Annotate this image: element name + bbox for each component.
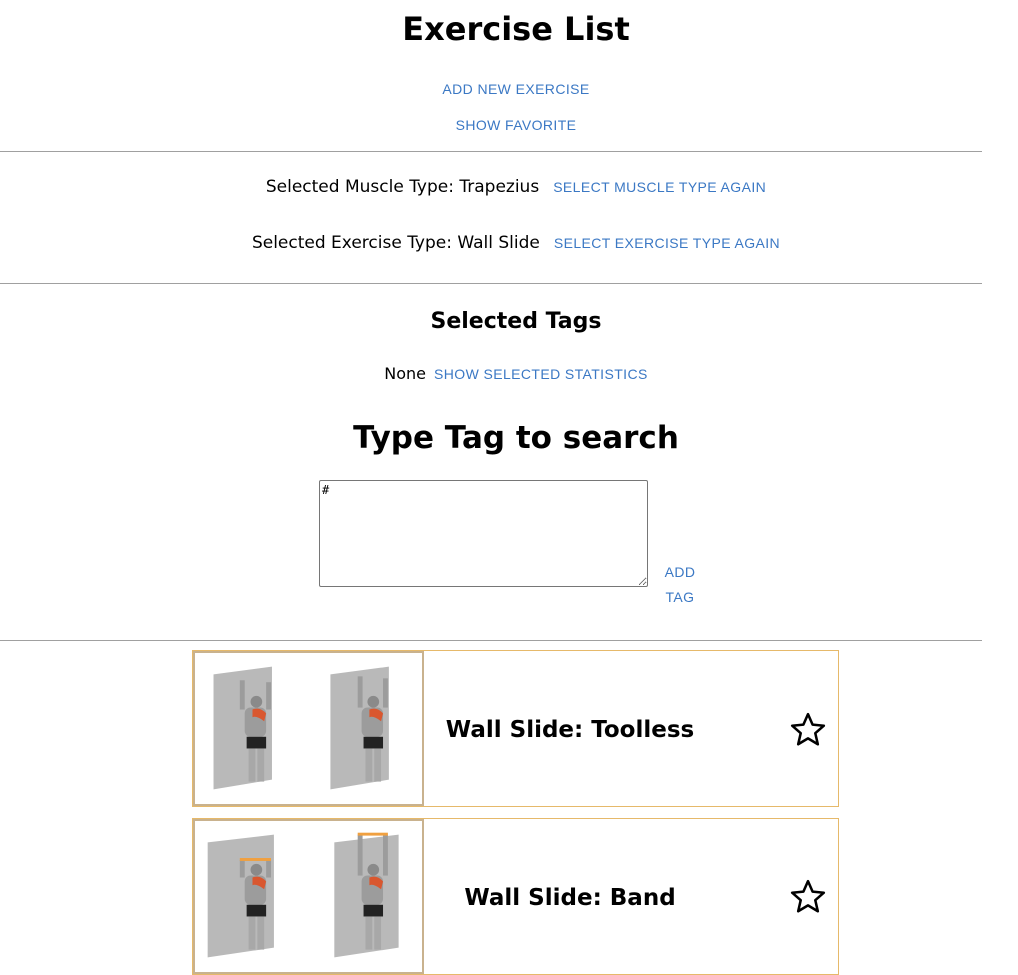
- add-new-exercise-button[interactable]: ADD NEW EXERCISE: [442, 81, 589, 97]
- select-exercise-type-again-button[interactable]: SELECT EXERCISE TYPE AGAIN: [554, 235, 780, 251]
- show-selected-statistics-button[interactable]: SHOW SELECTED STATISTICS: [434, 366, 648, 382]
- star-outline-icon[interactable]: [789, 711, 827, 749]
- muscle-type-row: Selected Muscle Type: Trapezius SELECT MU…: [0, 177, 1018, 197]
- selected-tags-title: Selected Tags: [430, 309, 602, 334]
- add-tag-label-line2: TAG: [665, 589, 695, 605]
- exercise-card[interactable]: Wall Slide: Band: [192, 818, 839, 975]
- tag-search-title: Type Tag to search: [353, 420, 679, 456]
- show-favorite-button[interactable]: SHOW FAVORITE: [456, 117, 577, 133]
- exercise-image: [193, 819, 424, 974]
- star-outline-icon[interactable]: [789, 878, 827, 916]
- exercise-card[interactable]: Wall Slide: Toolless: [192, 650, 839, 807]
- add-exercise-row: ADD NEW EXERCISE: [0, 79, 1018, 98]
- exercise-type-row: Selected Exercise Type: Wall Slide SELECT…: [0, 233, 1018, 253]
- divider: [0, 283, 982, 284]
- page-title: Exercise List: [402, 10, 630, 48]
- exercise-name: Wall Slide: Band: [464, 885, 676, 911]
- divider: [0, 640, 982, 641]
- select-muscle-type-again-button[interactable]: SELECT MUSCLE TYPE AGAIN: [553, 179, 766, 195]
- show-favorite-row: SHOW FAVORITE: [0, 115, 1018, 134]
- selected-tags-value: None: [384, 364, 427, 383]
- divider: [0, 151, 982, 152]
- selected-muscle-type: Selected Muscle Type: Trapezius: [265, 177, 540, 197]
- add-tag-button[interactable]: ADD TAG: [662, 560, 698, 610]
- selected-tags-row: None SHOW SELECTED STATISTICS: [0, 364, 1018, 383]
- exercise-name: Wall Slide: Toolless: [445, 717, 695, 743]
- add-tag-label-line1: ADD: [664, 564, 696, 580]
- selected-exercise-type: Selected Exercise Type: Wall Slide: [251, 233, 540, 253]
- exercise-image: [193, 651, 424, 806]
- tag-search-input[interactable]: #: [319, 480, 648, 587]
